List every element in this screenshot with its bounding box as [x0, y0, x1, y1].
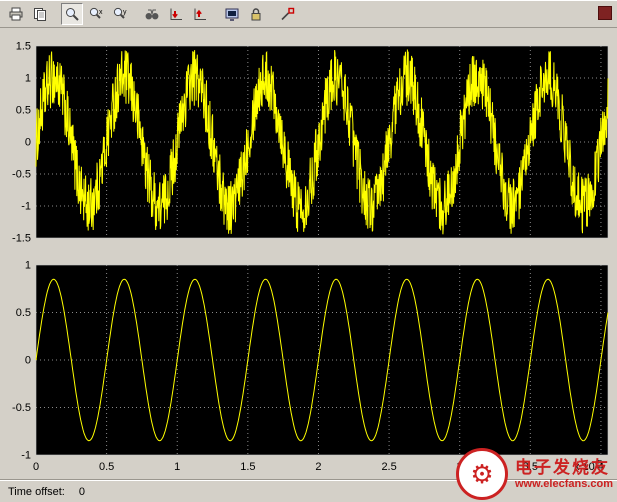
y-tick-label: 0.5 — [16, 105, 31, 117]
signal-selection-button[interactable] — [277, 3, 299, 25]
autoscale-button[interactable] — [141, 3, 163, 25]
signal-selection-icon — [280, 6, 296, 22]
save-axes-icon — [168, 6, 184, 22]
lock-icon — [248, 6, 264, 22]
x-tick-label: 2.5 — [381, 461, 396, 473]
y-tick-label: 0 — [25, 137, 31, 149]
restore-axes-icon — [192, 6, 208, 22]
plot-area[interactable] — [36, 265, 608, 455]
time-offset-label: Time offset: — [8, 486, 65, 498]
time-offset-value: 0 — [79, 486, 85, 498]
y-tick-label: 1 — [25, 73, 31, 85]
watermark-text: 电子发烧友 www.elecfans.com — [515, 457, 613, 492]
zoom-x-icon: x — [88, 6, 104, 22]
x-tick-label: 1.5 — [240, 461, 255, 473]
zoom-x-button[interactable]: x — [85, 3, 107, 25]
save-axes-button[interactable] — [165, 3, 187, 25]
toolbar-separator — [268, 3, 276, 25]
x-tick-label: 0.5 — [99, 461, 114, 473]
toolbar: x y — [0, 0, 617, 28]
watermark-title: 电子发烧友 — [515, 457, 613, 478]
toolbar-separator — [52, 3, 60, 25]
svg-text:y: y — [123, 9, 127, 16]
y-tick-label: 1 — [25, 260, 31, 272]
y-tick-label: -1.5 — [12, 233, 31, 245]
x-tick-label: 1 — [174, 461, 180, 473]
scope-window: x y — [0, 0, 617, 502]
print-button[interactable] — [5, 3, 27, 25]
toolbar-separator — [132, 3, 140, 25]
y-tick-label: 0.5 — [16, 307, 31, 319]
lock-axes-button[interactable] — [245, 3, 267, 25]
floating-scope-icon — [224, 6, 240, 22]
svg-text:x: x — [99, 9, 103, 16]
parameters-icon — [32, 6, 48, 22]
watermark-url: www.elecfans.com — [515, 478, 613, 492]
zoom-button[interactable] — [61, 3, 83, 25]
zoom-y-icon: y — [112, 6, 128, 22]
printer-icon — [8, 6, 24, 22]
y-tick-label: 0 — [25, 355, 31, 367]
x-tick-label: 2 — [315, 461, 321, 473]
y-tick-label: 1.5 — [16, 41, 31, 53]
y-tick-label: -0.5 — [12, 169, 31, 181]
toolbar-corner-box[interactable] — [598, 6, 612, 20]
y-tick-label: -1 — [21, 450, 31, 462]
toolbar-separator — [212, 3, 220, 25]
zoom-icon — [64, 6, 80, 22]
zoom-y-button[interactable]: y — [109, 3, 131, 25]
x-tick-label: 0 — [33, 461, 39, 473]
elecfans-logo-icon: ⚙ — [456, 448, 508, 500]
figure-area: 1.510.50-0.5-1-1.510.50-0.5-100.511.522.… — [0, 28, 617, 480]
y-tick-label: -0.5 — [12, 402, 31, 414]
restore-axes-button[interactable] — [189, 3, 211, 25]
floating-scope-button[interactable] — [221, 3, 243, 25]
binoculars-icon — [144, 6, 160, 22]
parameters-button[interactable] — [29, 3, 51, 25]
watermark: ⚙ 电子发烧友 www.elecfans.com — [456, 448, 613, 500]
y-tick-label: -1 — [21, 201, 31, 213]
figure-plot-svg: 1.510.50-0.5-1-1.510.50-0.5-100.511.522.… — [0, 28, 617, 480]
